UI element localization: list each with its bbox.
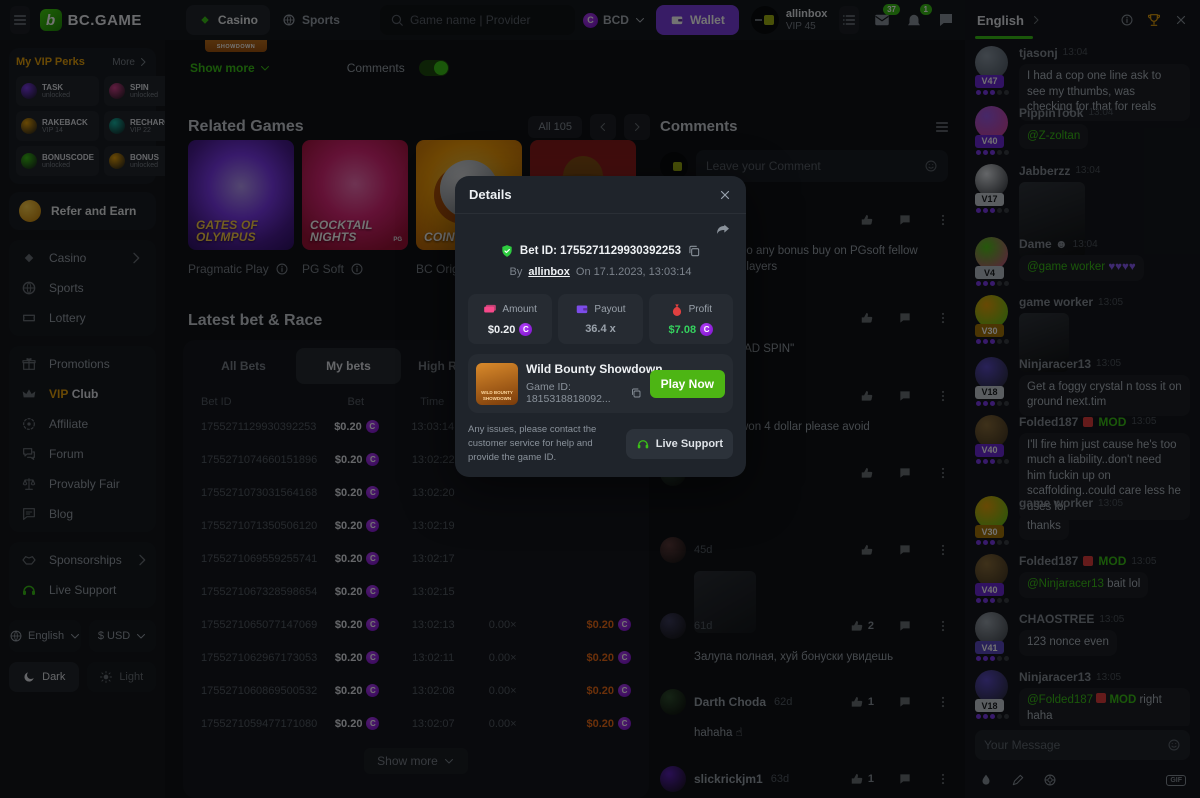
by-label: By (509, 266, 522, 278)
live-support-button[interactable]: Live Support (626, 429, 733, 459)
headset-icon (636, 437, 650, 451)
bet-username-link[interactable]: allinbox (528, 266, 570, 278)
bet-timestamp: On 17.1.2023, 13:03:14 (576, 266, 692, 278)
payout-icon (575, 302, 589, 316)
live-support-label: Live Support (656, 438, 723, 450)
verified-shield-icon (500, 244, 514, 258)
amount-icon (483, 302, 497, 316)
bet-details-modal: Details Bet ID: 1755271129930392253 By a… (455, 176, 746, 477)
share-button[interactable] (715, 222, 731, 238)
coin-icon: C (700, 323, 713, 336)
game-name: Wild Bounty Showdown (526, 362, 642, 376)
game-info-box: WILD BOUNTY SHOWDOWN Wild Bounty Showdow… (468, 354, 733, 413)
game-thumbnail[interactable]: WILD BOUNTY SHOWDOWN (476, 363, 518, 405)
profit-icon (670, 302, 684, 316)
stat-payout: Payout36.4 x (558, 294, 642, 344)
support-note: Any issues, please contact the customer … (468, 423, 618, 464)
copy-bet-id-button[interactable] (687, 244, 701, 258)
modal-close-button[interactable] (718, 188, 732, 202)
modal-title: Details (469, 187, 512, 202)
copy-game-id-button[interactable] (630, 387, 642, 399)
play-now-button[interactable]: Play Now (650, 370, 725, 398)
coin-icon: C (519, 323, 532, 336)
stat-amount: Amount$0.20C (468, 294, 552, 344)
stat-profit: Profit$7.08C (649, 294, 733, 344)
bet-id-text: Bet ID: 1755271129930392253 (520, 245, 681, 257)
game-id-text: Game ID: 1815318818092... (526, 381, 625, 405)
thumb-label: WILD BOUNTY SHOWDOWN (476, 390, 518, 405)
